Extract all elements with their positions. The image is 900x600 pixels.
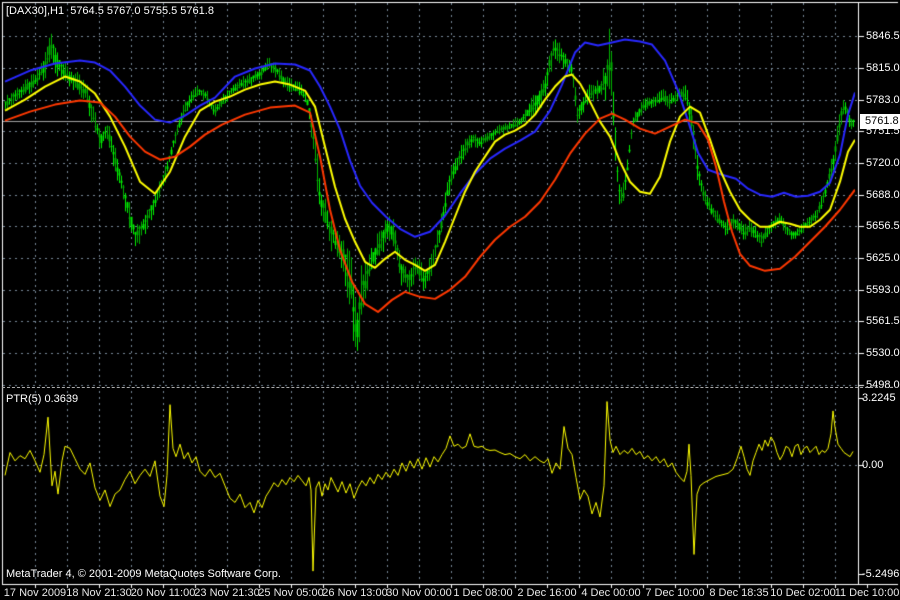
- price-axis-label: 5561.5: [866, 315, 900, 327]
- indicator-label: PTR(5) 0.3639: [6, 393, 79, 405]
- time-axis-label: 7 Dec 10:00: [645, 587, 705, 599]
- price-axis-label: 5656.5: [866, 220, 900, 232]
- price-axis-label: 5593.0: [866, 284, 900, 296]
- time-axis-label: 25 Nov 05:00: [258, 587, 324, 599]
- price-axis-label: 5625.0: [866, 252, 900, 264]
- time-axis-label: 30 Nov 00:00: [386, 587, 452, 599]
- indicator-axis-label: 3.2245: [862, 392, 896, 404]
- price-axis-label: 5720.0: [866, 157, 900, 169]
- chart-title: [DAX30],H1 5764.5 5767.0 5755.5 5761.8: [6, 5, 214, 17]
- time-axis-label: 10 Dec 02:00: [770, 587, 836, 599]
- indicator-axis-label: 0.00: [862, 459, 884, 471]
- price-axis-label: 5846.5: [866, 30, 900, 42]
- price-axis-label: 5530.0: [866, 347, 900, 359]
- time-axis-label: 23 Nov 21:30: [194, 587, 260, 599]
- time-axis-label: 4 Dec 00:00: [581, 587, 641, 599]
- indicator-axis-label: -5.2496: [862, 568, 900, 580]
- price-axis-label: 5688.0: [866, 189, 900, 201]
- time-axis-label: 20 Nov 11:00: [130, 587, 196, 599]
- time-axis-label: 11 Dec 10:00: [834, 587, 900, 599]
- time-axis-label: 18 Nov 21:30: [66, 587, 132, 599]
- panel-splitter[interactable]: [2, 387, 898, 390]
- time-axis-label: 2 Dec 16:00: [517, 587, 577, 599]
- chart-canvas[interactable]: [0, 0, 900, 600]
- current-price-badge: 5761.8: [860, 114, 900, 129]
- price-axis-label: 5783.0: [866, 94, 900, 106]
- mt4-chart-window: [DAX30],H1 5764.5 5767.0 5755.5 5761.8 P…: [0, 0, 900, 600]
- time-axis-label: 26 Nov 13:00: [322, 587, 388, 599]
- time-axis-label: 1 Dec 08:00: [453, 587, 513, 599]
- price-axis-label: 5815.0: [866, 62, 900, 74]
- time-axis-label: 8 Dec 18:35: [709, 587, 769, 599]
- copyright-text: MetaTrader 4, © 2001-2009 MetaQuotes Sof…: [6, 568, 281, 580]
